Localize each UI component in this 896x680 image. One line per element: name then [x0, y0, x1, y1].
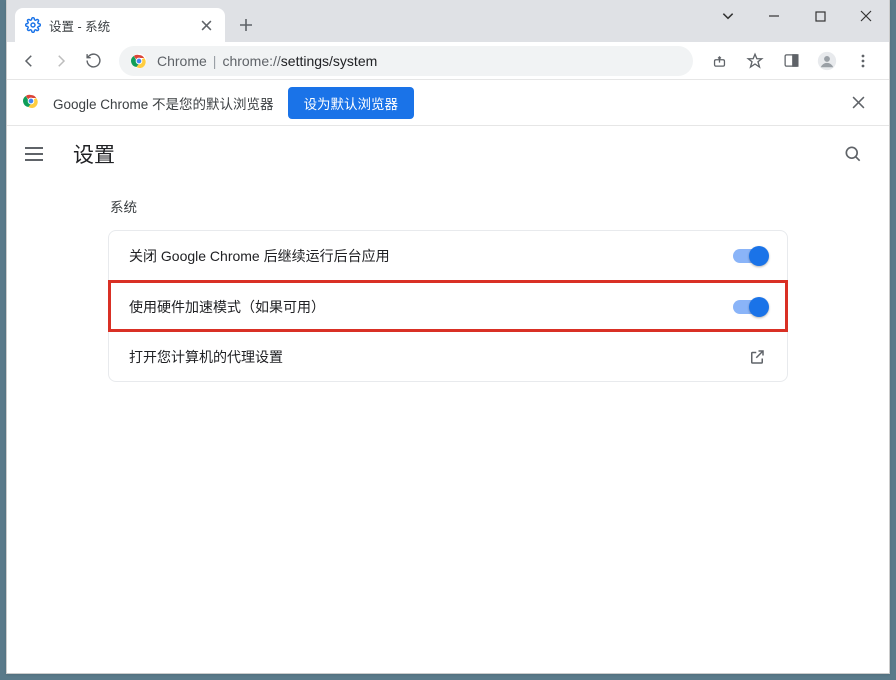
settings-content: 系统 关闭 Google Chrome 后继续运行后台应用 使用硬件加速模式（如… — [7, 182, 889, 673]
side-panel-icon[interactable] — [777, 47, 805, 75]
forward-button[interactable] — [47, 47, 75, 75]
share-icon[interactable] — [705, 47, 733, 75]
toggle-hardware-accel[interactable] — [733, 300, 767, 314]
chrome-icon — [23, 93, 39, 112]
infobar-message: Google Chrome 不是您的默认浏览器 — [53, 93, 274, 113]
gear-icon — [25, 17, 41, 33]
close-tab-icon[interactable] — [197, 16, 215, 34]
toggle-background-apps[interactable] — [733, 249, 767, 263]
menu-icon[interactable] — [849, 47, 877, 75]
new-tab-button[interactable] — [231, 10, 261, 40]
close-infobar-icon[interactable] — [843, 88, 873, 118]
tab-title: 设置 - 系统 — [49, 16, 197, 35]
row-label: 打开您计算机的代理设置 — [129, 347, 747, 367]
settings-card: 关闭 Google Chrome 后继续运行后台应用 使用硬件加速模式（如果可用… — [108, 230, 788, 382]
external-link-icon — [747, 347, 767, 367]
window-controls — [705, 0, 889, 32]
search-icon[interactable] — [835, 136, 871, 172]
browser-tab[interactable]: 设置 - 系统 — [15, 8, 225, 42]
page-title: 设置 — [73, 139, 835, 169]
address-path: settings/system — [281, 53, 377, 69]
row-label: 关闭 Google Chrome 后继续运行后台应用 — [129, 246, 733, 266]
settings-header: 设置 — [7, 126, 889, 182]
system-section: 系统 关闭 Google Chrome 后继续运行后台应用 使用硬件加速模式（如… — [108, 196, 788, 382]
row-hardware-accel[interactable]: 使用硬件加速模式（如果可用） — [109, 281, 787, 331]
address-source: Chrome — [157, 53, 207, 69]
profile-icon[interactable] — [813, 47, 841, 75]
address-separator: | — [213, 53, 217, 69]
set-default-button[interactable]: 设为默认浏览器 — [288, 87, 415, 119]
address-bar[interactable]: Chrome | chrome://settings/system — [119, 46, 693, 76]
chevron-down-icon[interactable] — [705, 0, 751, 32]
toolbar-right — [705, 47, 881, 75]
reload-button[interactable] — [79, 47, 107, 75]
toolbar: Chrome | chrome://settings/system — [7, 42, 889, 80]
default-browser-infobar: Google Chrome 不是您的默认浏览器 设为默认浏览器 — [7, 80, 889, 126]
minimize-button[interactable] — [751, 0, 797, 32]
section-title: 系统 — [108, 196, 788, 230]
bookmark-icon[interactable] — [741, 47, 769, 75]
tabstrip: 设置 - 系统 — [7, 0, 889, 42]
chrome-icon — [131, 53, 147, 69]
hamburger-icon[interactable] — [25, 142, 49, 166]
address-scheme: chrome:// — [222, 53, 280, 69]
close-window-button[interactable] — [843, 0, 889, 32]
maximize-button[interactable] — [797, 0, 843, 32]
row-background-apps[interactable]: 关闭 Google Chrome 后继续运行后台应用 — [109, 231, 787, 281]
row-label: 使用硬件加速模式（如果可用） — [129, 297, 733, 317]
row-proxy-settings[interactable]: 打开您计算机的代理设置 — [109, 331, 787, 381]
chrome-window: 设置 - 系统 Chrome | — [6, 0, 890, 674]
back-button[interactable] — [15, 47, 43, 75]
